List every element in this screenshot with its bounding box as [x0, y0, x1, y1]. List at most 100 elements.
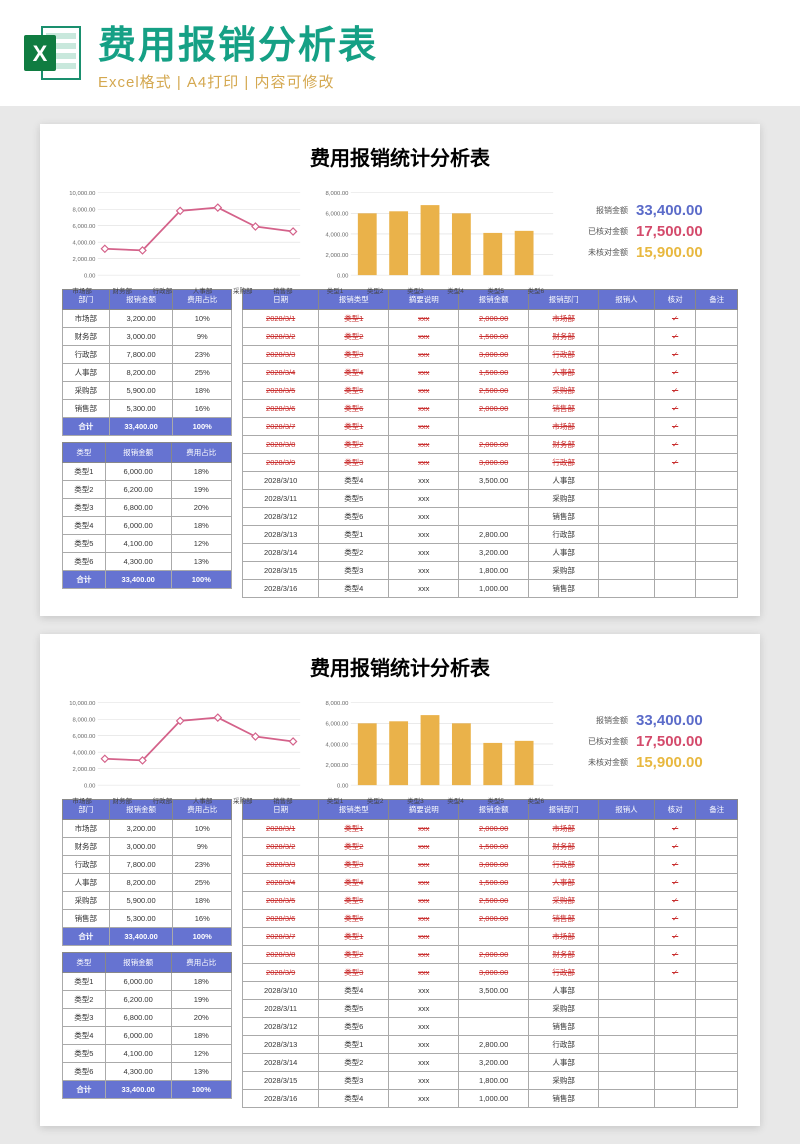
type-table: 类型报销金额费用占比类型16,000.0018%类型26,200.0019%类型…: [62, 442, 232, 589]
table-row: 2028/3/12类型6xxx销售部: [243, 1018, 738, 1036]
table-row: 行政部7,800.0023%: [63, 856, 232, 874]
table-row: 2028/3/4类型4xxx1,500.00人事部✓: [243, 364, 738, 382]
table-row: 类型64,300.0013%: [63, 553, 232, 571]
table-row: 2028/3/9类型3xxx3,000.00行政部✓: [243, 454, 738, 472]
table-row: 2028/3/10类型4xxx3,500.00人事部: [243, 472, 738, 490]
svg-text:0.00: 0.00: [84, 783, 96, 789]
bar-chart: 0.002,000.004,000.006,000.008,000.00类型1类…: [315, 181, 556, 281]
svg-text:8,000.00: 8,000.00: [326, 701, 350, 707]
svg-text:8,000.00: 8,000.00: [73, 718, 97, 724]
kpi-label: 已核对金额: [568, 736, 628, 747]
table-row: 2028/3/8类型2xxx2,000.00财务部✓: [243, 436, 738, 454]
kpi-value: 15,900.00: [636, 754, 703, 771]
table-row: 2028/3/14类型2xxx3,200.00人事部: [243, 1054, 738, 1072]
table-row: 销售部5,300.0016%: [63, 400, 232, 418]
kpi-row: 未核对金额 15,900.00: [568, 244, 738, 261]
svg-text:4,000.00: 4,000.00: [73, 241, 97, 247]
table-row: 2028/3/13类型1xxx2,800.00行政部: [243, 526, 738, 544]
table-row: 2028/3/6类型6xxx2,000.00销售部✓: [243, 400, 738, 418]
report-page: 费用报销统计分析表 0.002,000.004,000.006,000.008,…: [40, 124, 760, 616]
table-row: 类型16,000.0018%: [63, 463, 232, 481]
table-row: 类型26,200.0019%: [63, 991, 232, 1009]
excel-icon: X: [20, 21, 84, 85]
table-row: 2028/3/11类型5xxx采购部: [243, 490, 738, 508]
kpi-value: 33,400.00: [636, 712, 703, 729]
page-title: 费用报销统计分析表: [62, 142, 738, 171]
col-header: 费用占比: [171, 443, 231, 463]
table-row: 2028/3/4类型4xxx1,500.00人事部✓: [243, 874, 738, 892]
svg-text:10,000.00: 10,000.00: [69, 191, 96, 197]
kpi-label: 报销金额: [568, 205, 628, 216]
table-row: 销售部5,300.0016%: [63, 910, 232, 928]
col-header: 报销人: [599, 290, 655, 310]
report-page: 费用报销统计分析表 0.00 2,000.00 4,000.00 6,000.00 8,…: [40, 634, 760, 1126]
table-row: 2028/3/10类型4xxx3,500.00人事部: [243, 982, 738, 1000]
col-header: 报销金额: [105, 443, 171, 463]
table-row: 2028/3/11类型5xxx采购部: [243, 1000, 738, 1018]
table-row: 财务部3,000.009%: [63, 838, 232, 856]
svg-text:4,000.00: 4,000.00: [326, 232, 350, 238]
table-row: 2028/3/5类型5xxx2,500.00采购部✓: [243, 892, 738, 910]
svg-text:8,000.00: 8,000.00: [326, 191, 350, 197]
header-subtitle: Excel格式 | A4打印 | 内容可修改: [98, 71, 378, 92]
kpi-value: 15,900.00: [636, 244, 703, 261]
svg-text:6,000.00: 6,000.00: [326, 212, 350, 218]
table-row: 2028/3/1类型1xxx2,000.00市场部✓: [243, 820, 738, 838]
svg-text:6,000.00: 6,000.00: [73, 734, 97, 740]
detail-table: 日期报销类型摘要说明报销金额报销部门报销人核对备注2028/3/1类型1xxx2…: [242, 799, 738, 1108]
table-row: 2028/3/16类型4xxx1,000.00销售部: [243, 1090, 738, 1108]
table-row: 2028/3/1类型1xxx2,000.00市场部✓: [243, 310, 738, 328]
table-row: 类型64,300.0013%: [63, 1063, 232, 1081]
table-row: 类型26,200.0019%: [63, 481, 232, 499]
svg-text:2,000.00: 2,000.00: [326, 253, 350, 259]
kpi-label: 已核对金额: [568, 226, 628, 237]
kpi-panel: 报销金额 33,400.00 已核对金额17,500.00 未核对金额 15,900.0…: [568, 181, 738, 281]
svg-text:4,000.00: 4,000.00: [73, 751, 97, 757]
svg-text:X: X: [33, 41, 48, 66]
kpi-label: 未核对金额: [568, 247, 628, 258]
table-row: 财务部3,000.009%: [63, 328, 232, 346]
line-chart: 0.00 2,000.00 4,000.00 6,000.00 8,000.00 10,0…: [62, 691, 303, 791]
table-row: 市场部3,200.0010%: [63, 310, 232, 328]
detail-table: 日期报销类型摘要说明报销金额报销部门报销人核对备注2028/3/1类型1xxx2…: [242, 289, 738, 598]
kpi-row: 报销金额 33,400.00: [568, 712, 738, 729]
table-row: 2028/3/9类型3xxx3,000.00行政部✓: [243, 964, 738, 982]
table-row: 2028/3/12类型6xxx销售部: [243, 508, 738, 526]
kpi-label: 报销金额: [568, 715, 628, 726]
svg-text:10,000.00: 10,000.00: [69, 701, 96, 707]
table-row: 类型36,800.0020%: [63, 499, 232, 517]
svg-text:0.00: 0.00: [337, 783, 349, 789]
table-row: 人事部8,200.0025%: [63, 364, 232, 382]
kpi-row: 报销金额 33,400.00: [568, 202, 738, 219]
kpi-panel: 报销金额 33,400.00 已核对金额17,500.00 未核对金额15,900.0…: [568, 691, 738, 791]
svg-text:6,000.00: 6,000.00: [326, 722, 350, 728]
total-row: 合计33,400.00100%: [63, 1081, 232, 1099]
svg-text:4,000.00: 4,000.00: [326, 742, 350, 748]
kpi-row: 已核对金额17,500.00: [568, 223, 738, 240]
svg-text:2,000.00: 2,000.00: [73, 767, 97, 773]
col-header: 报销人: [599, 800, 655, 820]
table-row: 类型46,000.0018%: [63, 517, 232, 535]
total-row: 合计33,400.00100%: [63, 571, 232, 589]
table-row: 2028/3/3类型3xxx3,000.00行政部✓: [243, 346, 738, 364]
table-row: 市场部3,200.0010%: [63, 820, 232, 838]
svg-text:2,000.00: 2,000.00: [326, 763, 350, 769]
svg-text:6,000.00: 6,000.00: [73, 224, 97, 230]
col-header: 核对: [654, 800, 696, 820]
header-text: 费用报销分析表 Excel格式 | A4打印 | 内容可修改: [98, 14, 378, 92]
table-row: 2028/3/2类型2xxx1,500.00财务部✓: [243, 328, 738, 346]
table-row: 2028/3/3类型3xxx3,000.00行政部✓: [243, 856, 738, 874]
bar-chart: 0.002,000.004,000.006,000.008,000.00类型1类…: [315, 691, 556, 791]
dept-table: 部门报销金额费用占比市场部3,200.0010%财务部3,000.009%行政部…: [62, 799, 232, 946]
kpi-row: 未核对金额15,900.00: [568, 754, 738, 771]
table-row: 2028/3/14类型2xxx3,200.00人事部: [243, 544, 738, 562]
table-row: 2028/3/15类型3xxx1,800.00采购部: [243, 562, 738, 580]
kpi-value: 33,400.00: [636, 202, 703, 219]
page-title: 费用报销统计分析表: [62, 652, 738, 681]
line-chart: 0.002,000.004,000.006,000.008,000.0010,0…: [62, 181, 303, 281]
kpi-row: 已核对金额17,500.00: [568, 733, 738, 750]
table-row: 2028/3/7类型1xxx市场部✓: [243, 928, 738, 946]
svg-text:2,000.00: 2,000.00: [73, 257, 97, 263]
dept-table: 部门报销金额费用占比市场部3,200.0010%财务部3,000.009%行政部…: [62, 289, 232, 436]
col-header: 类型: [63, 443, 106, 463]
